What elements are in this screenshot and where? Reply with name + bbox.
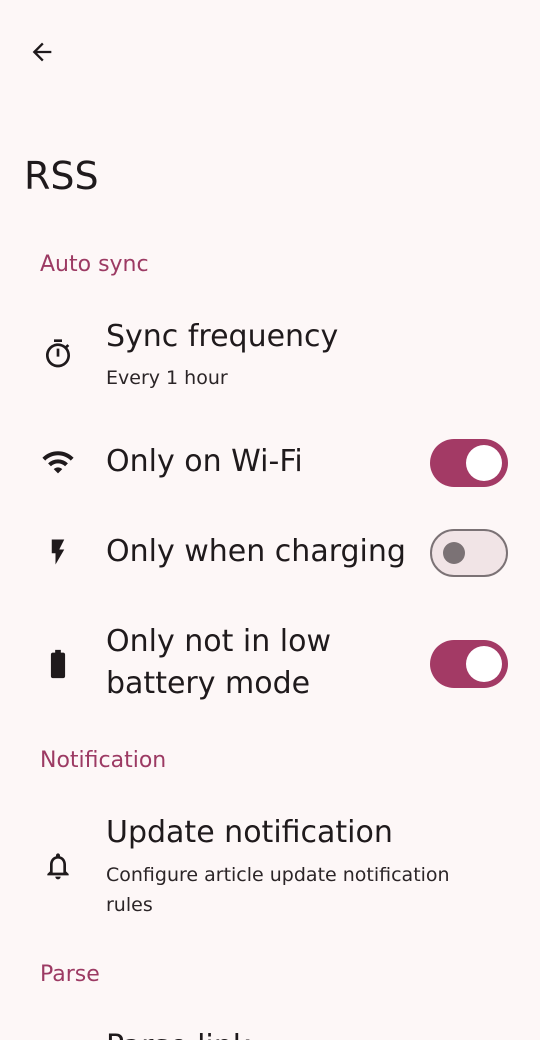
only-wifi-toggle[interactable]: [430, 439, 508, 487]
only-wifi-title: Only on Wi-Fi: [106, 444, 303, 479]
update-notification-desc-line2: rules: [106, 894, 153, 916]
timer-icon: [38, 334, 78, 374]
only-charging-item[interactable]: Only when charging: [0, 520, 540, 586]
update-notification-title: Update notification: [106, 815, 393, 850]
update-notification-desc-line1: Configure article update notification: [106, 864, 450, 886]
parse-link-item[interactable]: Parse link: [0, 1022, 540, 1040]
section-header-auto-sync: Auto sync: [40, 252, 149, 277]
section-header-notification: Notification: [40, 748, 167, 773]
low-battery-item[interactable]: Only not in low battery mode: [0, 618, 540, 710]
back-button[interactable]: [22, 34, 62, 74]
toggle-knob: [443, 542, 465, 564]
bolt-icon: [38, 532, 78, 572]
low-battery-title-line1: Only not in low: [106, 624, 332, 659]
page-title: RSS: [24, 154, 99, 198]
battery-icon: [38, 644, 78, 684]
only-wifi-item[interactable]: Only on Wi-Fi: [0, 430, 540, 496]
bell-icon: [38, 846, 78, 886]
update-notification-item[interactable]: Update notification Configure article up…: [0, 808, 540, 924]
sync-frequency-title: Sync frequency: [106, 319, 339, 354]
arrow-back-icon: [28, 38, 56, 70]
wifi-icon: [38, 442, 78, 482]
low-battery-title-line2: battery mode: [106, 666, 311, 701]
sync-frequency-item[interactable]: Sync frequency Every 1 hour: [0, 312, 540, 402]
toggle-knob: [466, 445, 502, 481]
section-header-parse: Parse: [40, 962, 100, 987]
sync-frequency-value: Every 1 hour: [106, 367, 228, 389]
low-battery-toggle[interactable]: [430, 640, 508, 688]
only-charging-toggle[interactable]: [430, 529, 508, 577]
only-charging-title: Only when charging: [106, 534, 406, 569]
parse-link-title: Parse link: [106, 1026, 250, 1040]
toggle-knob: [466, 646, 502, 682]
